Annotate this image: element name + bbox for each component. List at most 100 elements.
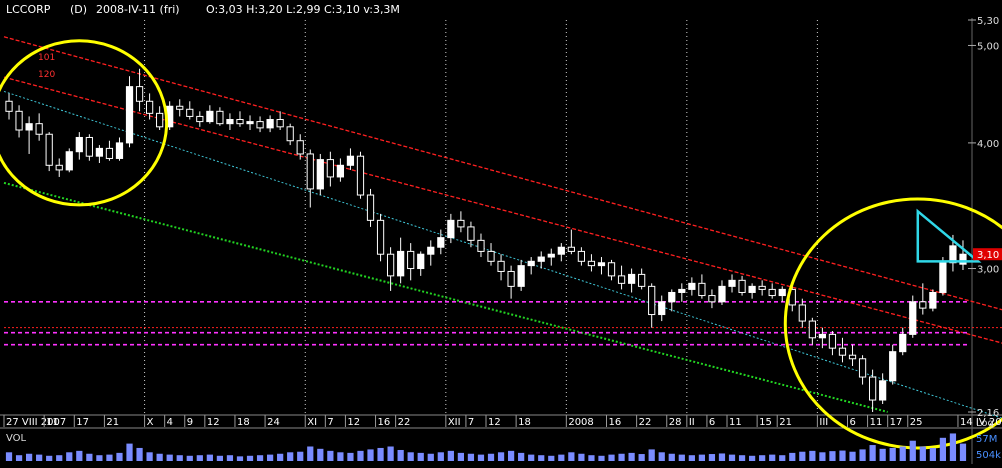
volume-bar <box>658 452 665 461</box>
volume-bar <box>46 455 53 461</box>
volume-bar <box>337 452 344 461</box>
volume-bar <box>548 455 555 461</box>
candle-body <box>145 100 154 114</box>
date-tick-label: 17 <box>76 417 89 428</box>
date-tick-label: 9 <box>187 417 193 428</box>
volume-bar <box>367 449 374 461</box>
candle-body <box>286 126 294 142</box>
candle-body <box>798 304 806 322</box>
candle-body <box>105 147 114 159</box>
date-tick-label: 28 <box>669 417 682 428</box>
date-tick-label: 24 <box>267 417 280 428</box>
volume-bar <box>769 454 776 461</box>
date-tick-label: 22 <box>639 417 652 428</box>
date-tick-label: 2008 <box>568 417 593 428</box>
candle-body <box>668 291 676 303</box>
candle-body <box>346 155 355 166</box>
volume-bar <box>919 446 926 461</box>
volume-bar <box>357 450 364 461</box>
volume-bar <box>246 455 254 461</box>
candle-body <box>868 376 877 401</box>
volume-bar <box>618 453 625 461</box>
candle-body <box>376 219 385 255</box>
candle <box>356 151 365 199</box>
volume-bar <box>196 455 203 461</box>
date-tick-label: 16 <box>609 417 622 428</box>
line-label-101: 101 <box>38 53 55 63</box>
volume-bar <box>839 450 846 461</box>
volume-bar <box>759 455 766 461</box>
price-tick-label: 4,00 <box>977 139 999 150</box>
line-label-120: 120 <box>38 70 55 80</box>
candle <box>125 76 134 148</box>
candle-body <box>577 250 586 262</box>
candle-body <box>497 260 505 272</box>
candle-body <box>728 279 736 287</box>
date-tick-label: 22 <box>398 417 411 428</box>
volume-bar <box>507 450 515 461</box>
candle-body <box>758 285 766 290</box>
date-label: 2008-IV-11 (fri) <box>96 3 180 16</box>
stock-chart[interactable]: LCCORP (D) 2008-IV-11 (fri) O:3,03 H:3,2… <box>0 0 1002 464</box>
volume-bar <box>899 446 906 461</box>
volume-bar <box>256 455 264 461</box>
candle-body <box>156 112 164 128</box>
candle-body <box>567 246 575 252</box>
candle-body <box>698 282 706 297</box>
candle-body <box>517 265 525 287</box>
volume-bar <box>146 452 153 461</box>
candle-body <box>768 288 776 297</box>
volume-bar <box>799 451 806 461</box>
price-tick-label: 5,00 <box>977 41 999 52</box>
candle-body <box>748 285 756 293</box>
candle-body <box>306 153 314 190</box>
candle-body <box>527 260 535 267</box>
candle-body <box>206 110 214 123</box>
date-tick-label: 21 <box>106 417 119 428</box>
candle-body <box>407 250 415 270</box>
volume-bar <box>558 454 565 461</box>
volume-bar <box>297 451 304 461</box>
candle-body <box>356 155 365 196</box>
symbol-label: LCCORP <box>6 3 51 16</box>
candle-body <box>879 380 887 401</box>
candle-body <box>537 256 545 262</box>
candle-body <box>216 110 224 125</box>
chart-background <box>0 0 1002 464</box>
candle-body <box>658 301 666 316</box>
volume-bar <box>849 451 856 461</box>
candle-body <box>597 262 606 267</box>
volume-bar <box>588 455 595 461</box>
volume-bar <box>819 452 826 461</box>
volume-bar <box>628 452 635 461</box>
volume-bar <box>939 437 947 461</box>
candle <box>45 132 53 172</box>
date-tick-label: II <box>689 417 695 428</box>
volume-tick-low: 504k <box>976 450 1001 461</box>
candle-body <box>35 123 43 135</box>
candle-body <box>838 347 847 356</box>
volume-bar <box>538 455 545 461</box>
volume-bar <box>206 454 213 461</box>
date-tick-label: 21 <box>779 417 792 428</box>
candle-body <box>627 273 636 284</box>
volume-bar <box>216 455 224 461</box>
candle-body <box>688 282 696 290</box>
date-tick-label: 12 <box>207 417 220 428</box>
volume-bar <box>166 454 173 461</box>
volume-bar <box>387 446 394 461</box>
volume-bar <box>738 455 746 461</box>
candle-body <box>959 253 967 265</box>
volume-bar <box>608 454 615 461</box>
candle-body <box>607 262 616 277</box>
chart-canvas[interactable]: LCCORP (D) 2008-IV-11 (fri) O:3,03 H:3,2… <box>0 0 1002 464</box>
volume-bar <box>56 455 63 461</box>
candle-body <box>848 354 857 360</box>
volume-panel-label: VOL <box>6 433 27 444</box>
candle-body <box>477 239 485 252</box>
date-tick-label: 6 <box>850 417 856 428</box>
volume-bar <box>307 446 314 461</box>
volume-bar <box>126 443 133 461</box>
price-tick-label: 3,00 <box>977 265 999 276</box>
candle-body <box>467 226 475 241</box>
